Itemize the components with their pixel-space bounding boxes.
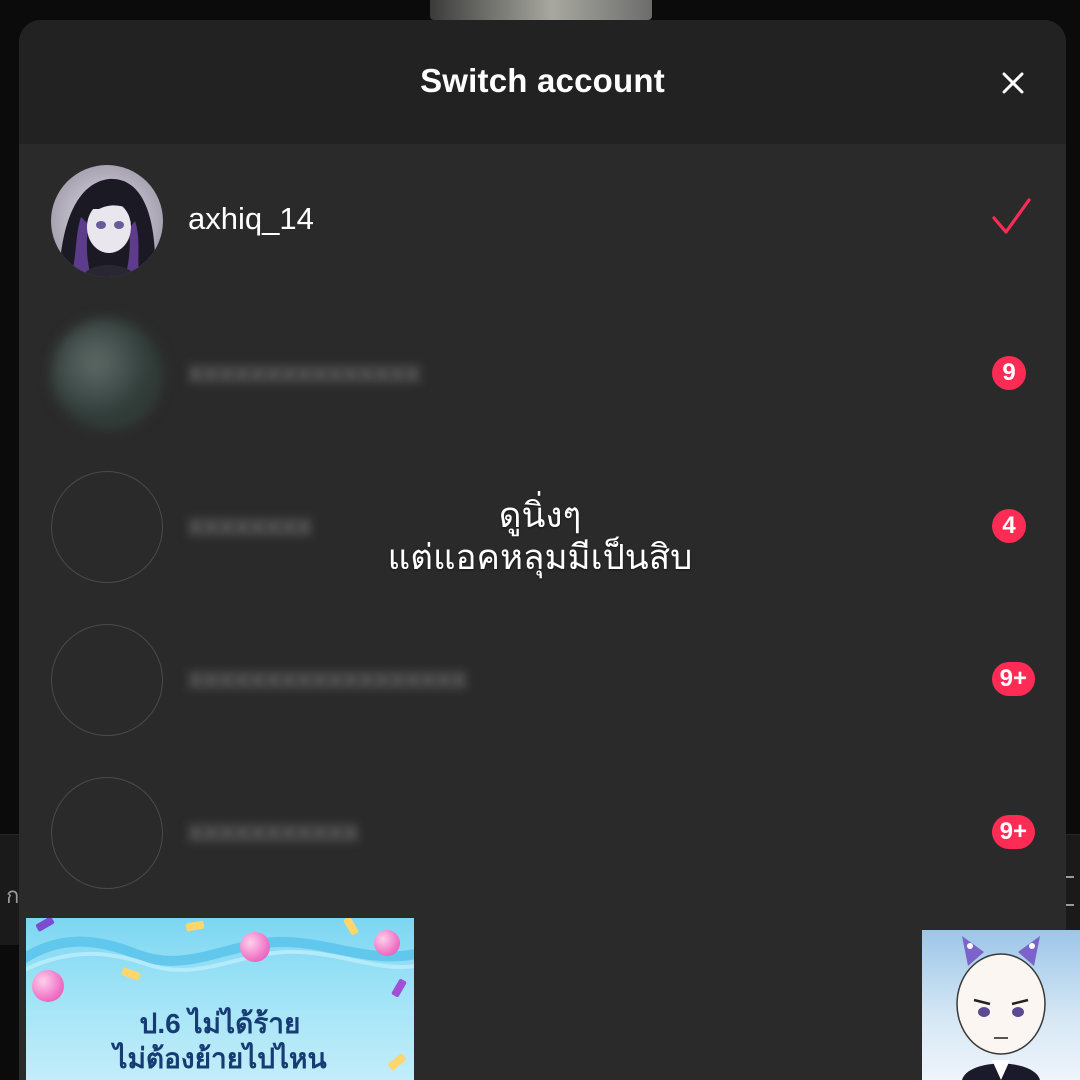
avatar <box>51 165 163 277</box>
notification-badge: 4 <box>992 509 1026 543</box>
modal-title: Switch account <box>420 62 665 99</box>
bauble-decoration <box>240 932 270 962</box>
close-button[interactable] <box>994 64 1032 102</box>
notification-badge: 9+ <box>991 815 1035 849</box>
account-username: axhiq_14 <box>188 201 314 236</box>
avatar-placeholder <box>51 624 163 736</box>
ribbon-decoration <box>26 936 414 972</box>
notification-badge: 9+ <box>991 662 1035 696</box>
account-username-blurred: xxxxxxxxxxx <box>188 813 359 848</box>
avatar-placeholder <box>51 471 163 583</box>
background-profile-image <box>430 0 652 20</box>
avatar-blurred <box>51 318 163 430</box>
sticker-line: ไม่ต้องย้ายไปไหน <box>113 1043 327 1074</box>
avatar-placeholder <box>51 777 163 889</box>
background-edge-glyph: ก <box>6 883 20 908</box>
screen: ก Switch account axhiq_14 xxxxxxxxxxxxxx… <box>0 0 1080 1080</box>
account-row[interactable]: xxxxxxxxxxxxxxxxxx 9+ <box>19 605 1066 755</box>
account-row-current[interactable]: axhiq_14 <box>19 146 1066 296</box>
notification-badge: 9 <box>992 356 1026 390</box>
caption-line: แต่แอคหลุมมีเป็นสิบ <box>387 538 693 577</box>
caption-line: ดูนิ่งๆ <box>498 496 582 535</box>
bauble-decoration <box>374 930 400 956</box>
character-sticker <box>922 930 1080 1080</box>
overlay-caption: ดูนิ่งๆ แต่แอคหลุมมีเป็นสิบ <box>270 495 810 579</box>
account-username-blurred: xxxxxxxxxxxxxxxxxx <box>188 660 467 695</box>
account-row[interactable]: xxxxxxxxxxx 9+ <box>19 758 1066 908</box>
sticker-line: ป.6 ไม่ได้ร้าย <box>139 1008 301 1039</box>
close-icon <box>1002 72 1024 94</box>
checkmark-icon <box>992 198 1031 234</box>
sticker-image: ป.6 ไม่ได้ร้าย ไม่ต้องย้ายไปไหน <box>26 918 414 1080</box>
bauble-decoration <box>32 970 64 1002</box>
modal-header: Switch account <box>19 20 1066 144</box>
account-username-blurred: xxxxxxxxxxxxxxx <box>188 354 421 389</box>
sticker-caption: ป.6 ไม่ได้ร้าย ไม่ต้องย้ายไปไหน <box>26 1006 414 1076</box>
account-row[interactable]: xxxxxxxxxxxxxxx 9 <box>19 299 1066 449</box>
